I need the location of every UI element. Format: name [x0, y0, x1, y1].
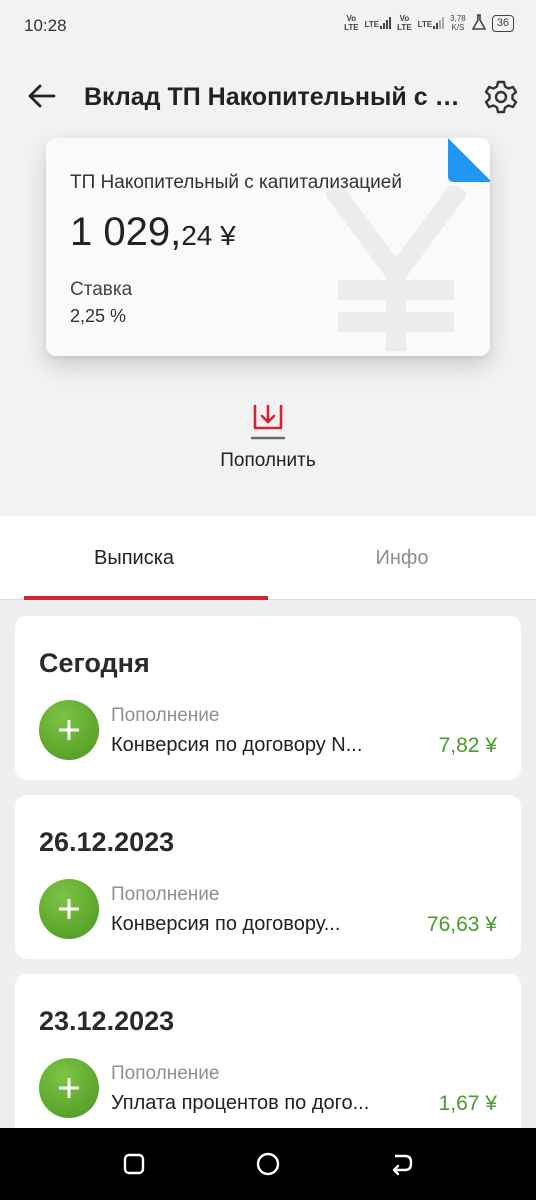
operation-description: Конверсия по договору N... — [111, 734, 363, 756]
circle-icon — [256, 1152, 280, 1176]
signal-icon-2: LTE — [418, 17, 445, 29]
operations-group: Сегодня Пополнение Конверсия по договору… — [15, 616, 521, 780]
operation-amount: 1,67 ¥ — [438, 1092, 497, 1115]
group-date: Сегодня — [39, 648, 150, 678]
plus-icon — [39, 1058, 99, 1118]
nav-back-button[interactable] — [384, 1146, 420, 1182]
status-bar: 10:28 Vo LTE LTE Vo LTE LTE 3,78 K/S 36 — [0, 0, 536, 56]
status-icons: Vo LTE LTE Vo LTE LTE 3,78 K/S 36 — [344, 14, 514, 32]
volte-icon-2: Vo LTE — [397, 14, 412, 32]
statement-section: Выписка Инфо Сегодня Пополнение Конверси… — [0, 516, 536, 1200]
tab-bar: Выписка Инфо — [0, 516, 536, 600]
group-date: 23.12.2023 — [39, 1006, 175, 1036]
card-corner-icon — [448, 138, 490, 182]
topup-button[interactable]: Пополнить — [200, 400, 336, 480]
back-button[interactable] — [20, 78, 64, 114]
tab-statement[interactable]: Выписка — [0, 516, 268, 600]
system-nav-bar — [0, 1128, 536, 1200]
group-date: 26.12.2023 — [39, 827, 175, 857]
app-screen: 10:28 Vo LTE LTE Vo LTE LTE 3,78 K/S 36 … — [0, 0, 536, 1200]
balance-integer: 1 029, — [70, 210, 182, 254]
square-icon — [123, 1153, 145, 1175]
operation-description: Конверсия по договору... — [111, 913, 341, 935]
arrow-left-icon — [28, 84, 56, 108]
tab-info[interactable]: Инфо — [268, 516, 536, 600]
topup-label: Пополнить — [220, 450, 316, 471]
operation-type: Пополнение — [111, 884, 220, 905]
download-tray-icon — [251, 404, 285, 440]
rate-value: 2,25 % — [70, 306, 127, 326]
recents-button[interactable] — [116, 1146, 152, 1182]
operation-amount: 76,63 ¥ — [426, 913, 497, 936]
operation-type: Пополнение — [111, 1063, 220, 1084]
home-button[interactable] — [250, 1146, 286, 1182]
operations-group: 26.12.2023 Пополнение Конверсия по догов… — [15, 795, 521, 959]
plus-icon — [39, 700, 99, 760]
deposit-name: ТП Накопительный с капитализацией — [70, 172, 402, 193]
operation-row[interactable]: Пополнение Уплата процентов по дого... 1… — [15, 1058, 521, 1122]
plus-icon — [39, 879, 99, 939]
deposit-balance: 1 029,24 ¥ — [70, 210, 236, 255]
network-speed: 3,78 K/S — [450, 14, 466, 32]
operation-description: Уплата процентов по дого... — [111, 1092, 370, 1114]
yen-watermark-icon — [326, 186, 466, 351]
operation-type: Пополнение — [111, 705, 220, 726]
signal-icon: LTE — [365, 17, 392, 29]
balance-fraction: 24 ¥ — [181, 220, 236, 251]
page-title: Вклад ТП Накопительный с капитализацией — [84, 83, 466, 111]
settings-button[interactable] — [480, 76, 522, 118]
operation-amount: 7,82 ¥ — [438, 734, 497, 757]
operations-group: 23.12.2023 Пополнение Уплата процентов п… — [15, 974, 521, 1138]
volte-icon: Vo LTE — [344, 14, 359, 32]
deposit-card[interactable]: ТП Накопительный с капитализацией 1 029,… — [46, 138, 490, 356]
battery-icon: 36 — [491, 14, 514, 32]
status-time: 10:28 — [24, 16, 67, 35]
operation-row[interactable]: Пополнение Конверсия по договору N... 7,… — [15, 700, 521, 764]
app-header: Вклад ТП Накопительный с капитализацией — [0, 66, 536, 126]
operation-row[interactable]: Пополнение Конверсия по договору... 76,6… — [15, 879, 521, 943]
gear-icon — [484, 80, 518, 114]
active-tab-indicator — [24, 596, 268, 600]
flask-icon — [471, 14, 487, 32]
back-arrow-icon — [392, 1154, 413, 1176]
rate-label: Ставка — [70, 279, 133, 300]
